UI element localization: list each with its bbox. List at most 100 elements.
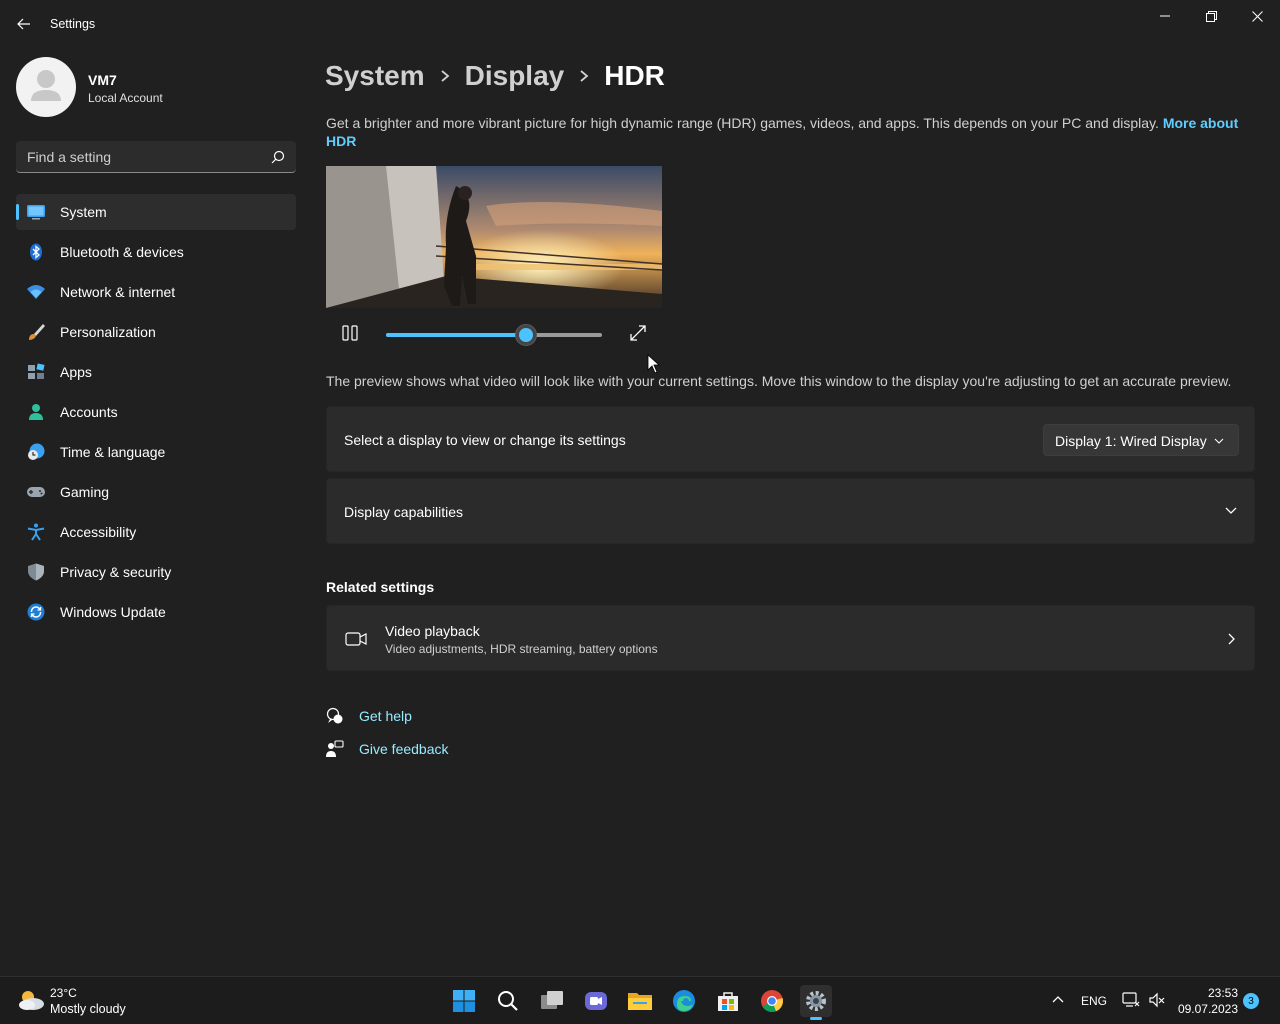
chrome-browser-button[interactable] <box>756 985 788 1017</box>
profile-account-type: Local Account <box>88 91 163 105</box>
clock-date[interactable]: 09.07.2023 <box>1172 1002 1238 1016</box>
taskbar: 23°C Mostly cloudy ENG 23:53 09.07.2023 … <box>0 976 1280 1024</box>
preview-note: The preview shows what video will look l… <box>326 373 1232 389</box>
search-icon[interactable] <box>270 149 286 165</box>
chevron-down-icon <box>1214 438 1224 444</box>
start-button[interactable] <box>448 985 480 1017</box>
accessibility-icon <box>27 523 45 541</box>
language-indicator[interactable]: ENG <box>1081 994 1107 1008</box>
video-player-controls <box>326 316 662 352</box>
display-capabilities-card[interactable]: Display capabilities <box>326 478 1255 544</box>
search-box[interactable] <box>16 141 296 173</box>
chevron-down-icon <box>1225 507 1237 514</box>
folder-icon <box>628 993 652 1010</box>
volume-muted-icon[interactable] <box>1148 991 1166 1009</box>
pause-icon[interactable] <box>340 323 360 343</box>
sidebar-item-bluetooth[interactable]: Bluetooth & devices <box>16 234 296 270</box>
settings-app-button[interactable] <box>800 985 832 1020</box>
teams-chat-button[interactable] <box>580 985 612 1017</box>
display-select-label: Select a display to view or change its s… <box>344 432 626 448</box>
wifi-icon <box>27 285 45 299</box>
sidebar-item-apps[interactable]: Apps <box>16 354 296 390</box>
video-playback-subtitle: Video adjustments, HDR streaming, batter… <box>385 642 658 656</box>
display-select-card: Select a display to view or change its s… <box>326 406 1255 472</box>
sidebar-item-gaming[interactable]: Gaming <box>16 474 296 510</box>
sidebar-item-time-language[interactable]: Time & language <box>16 434 296 470</box>
sidebar-item-label: Accessibility <box>60 524 137 540</box>
video-camera-icon <box>345 632 367 646</box>
clock-globe-icon <box>28 443 45 460</box>
sidebar-item-windows-update[interactable]: Windows Update <box>16 594 296 630</box>
chrome-icon <box>761 990 783 1013</box>
back-button[interactable] <box>10 10 38 38</box>
chevron-right-icon <box>1228 633 1235 645</box>
minimize-icon <box>1160 15 1170 17</box>
gear-icon <box>806 991 826 1011</box>
close-button[interactable] <box>1234 0 1280 32</box>
sidebar-item-accounts[interactable]: Accounts <box>16 394 296 430</box>
sidebar-item-label: Accounts <box>60 404 118 420</box>
title-bar: Settings <box>0 0 1280 48</box>
profile-name: VM7 <box>88 72 117 88</box>
breadcrumb-hdr: HDR <box>604 60 665 91</box>
person-avatar-icon <box>31 70 61 101</box>
hdr-preview-video <box>326 166 662 308</box>
app-title: Settings <box>50 17 96 31</box>
microsoft-store-button[interactable] <box>712 985 744 1017</box>
sidebar-item-label: Gaming <box>60 484 110 500</box>
sidebar-item-label: Personalization <box>60 324 156 340</box>
sidebar-item-label: Bluetooth & devices <box>60 244 184 260</box>
slider-thumb[interactable] <box>515 324 538 346</box>
file-explorer-button[interactable] <box>624 985 656 1017</box>
sidebar-item-network[interactable]: Network & internet <box>16 274 296 310</box>
minimize-button[interactable] <box>1142 0 1188 32</box>
search-icon <box>498 991 518 1011</box>
feedback-icon <box>326 740 344 757</box>
dropdown-value: Display 1: Wired Display <box>1055 433 1207 449</box>
fullscreen-icon[interactable] <box>628 323 648 343</box>
taskbar-search-button[interactable] <box>492 985 524 1017</box>
mouse-cursor-icon <box>647 354 661 374</box>
bluetooth-icon <box>30 243 42 261</box>
arrow-left-icon <box>17 18 30 30</box>
video-playback-title: Video playback <box>385 623 480 639</box>
sidebar-item-label: Apps <box>60 364 92 380</box>
get-help-text: Get help <box>359 708 412 724</box>
task-view-button[interactable] <box>536 985 568 1017</box>
sidebar-item-system[interactable]: System <box>16 194 296 230</box>
apps-icon <box>28 363 45 379</box>
edge-browser-button[interactable] <box>668 985 700 1017</box>
paintbrush-icon <box>29 324 45 340</box>
store-icon <box>718 992 738 1011</box>
breadcrumb-display[interactable]: Display <box>465 60 565 92</box>
avatar <box>16 57 76 117</box>
video-playback-card[interactable]: Video playback Video adjustments, HDR st… <box>326 605 1255 671</box>
video-frame-image <box>326 166 662 308</box>
system-icon <box>27 205 45 220</box>
sidebar-item-label: System <box>60 204 107 220</box>
help-chat-icon <box>326 707 343 724</box>
sidebar-item-personalization[interactable]: Personalization <box>16 314 296 350</box>
edge-icon <box>673 990 695 1012</box>
restore-button[interactable] <box>1188 0 1234 32</box>
weather-temperature: 23°C <box>50 986 77 1000</box>
gamepad-icon <box>27 487 45 497</box>
display-select-dropdown[interactable]: Display 1: Wired Display <box>1043 424 1239 456</box>
weather-description: Mostly cloudy <box>50 1002 126 1016</box>
sidebar-item-accessibility[interactable]: Accessibility <box>16 514 296 550</box>
active-app-indicator <box>810 1017 822 1020</box>
breadcrumb-system[interactable]: System <box>325 60 425 92</box>
sidebar-nav: System Bluetooth & devices Network & int… <box>16 194 296 634</box>
search-input[interactable] <box>16 141 266 172</box>
page-description: Get a brighter and more vibrant picture … <box>326 114 1246 150</box>
sidebar-item-label: Time & language <box>60 444 166 460</box>
cloudy-weather-icon <box>19 991 44 1010</box>
notification-badge[interactable]: 3 <box>1243 993 1259 1009</box>
chevron-up-icon[interactable] <box>1050 991 1066 1007</box>
clock-time[interactable]: 23:53 <box>1180 986 1238 1000</box>
network-icon[interactable] <box>1122 991 1140 1009</box>
sidebar-item-privacy[interactable]: Privacy & security <box>16 554 296 590</box>
description-text: Get a brighter and more vibrant picture … <box>326 115 1159 131</box>
user-profile[interactable]: VM7 Local Account <box>16 57 296 117</box>
video-progress-slider[interactable] <box>386 324 602 346</box>
